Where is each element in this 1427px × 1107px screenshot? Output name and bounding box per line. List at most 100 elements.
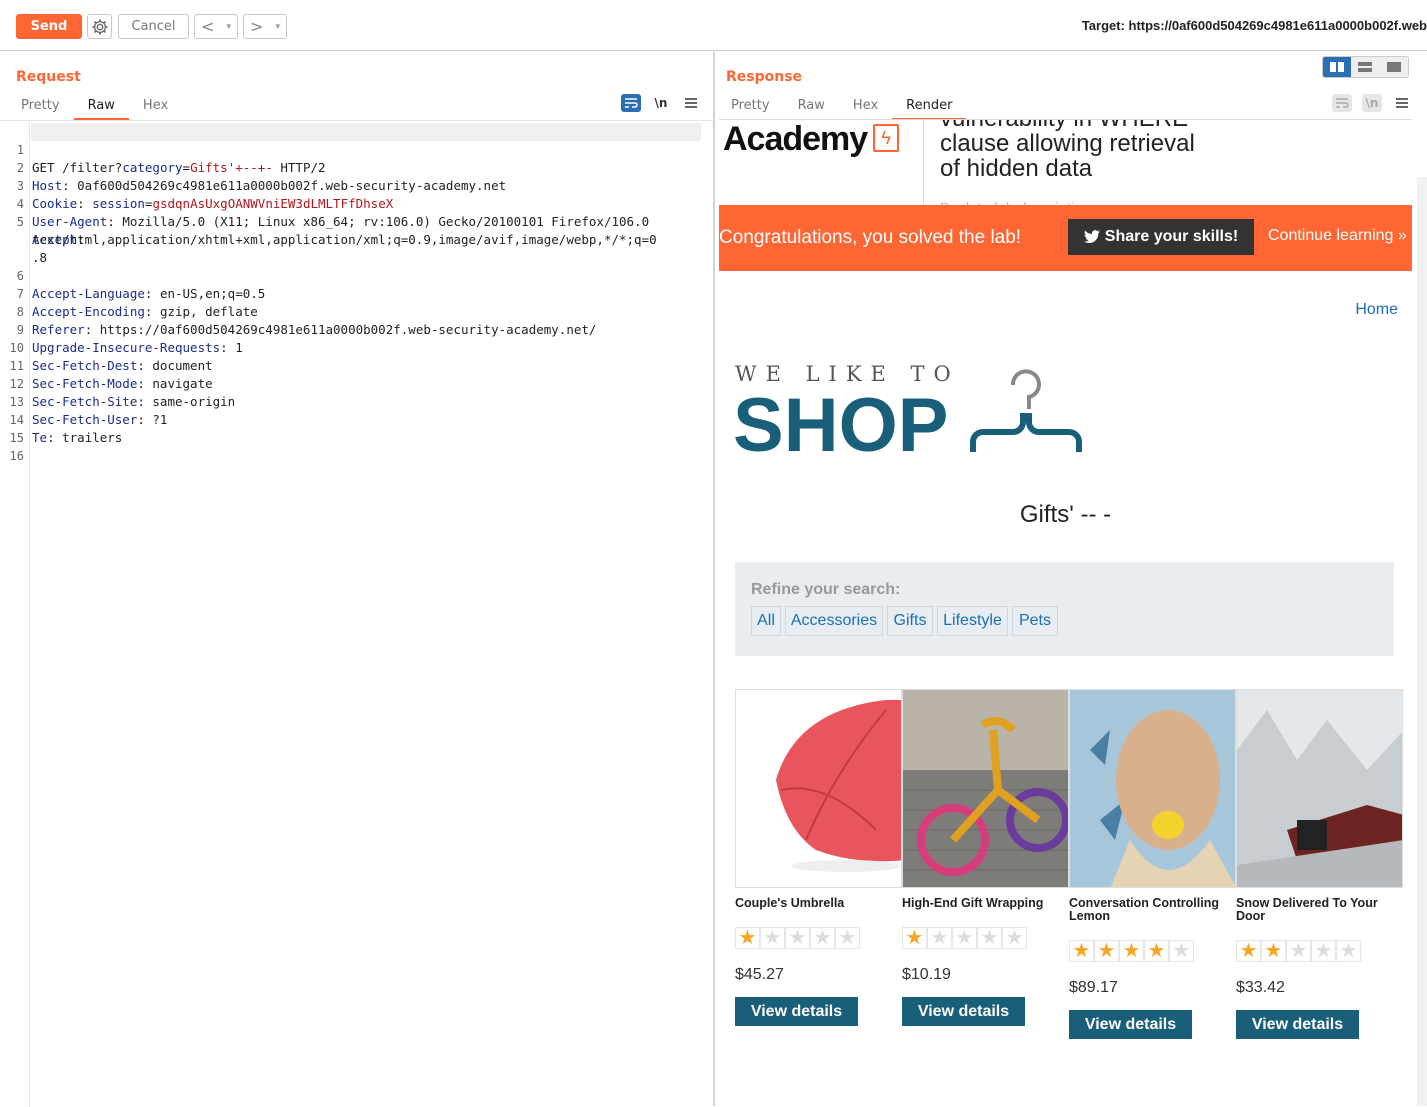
filter-gifts[interactable]: Gifts [887,606,933,636]
star-empty-icon: ★ [1336,940,1361,962]
code-line: 11 Sec-Fetch-Mode: navigate [9,359,213,391]
solved-banner: Congratulations, you solved the lab! Sha… [719,205,1412,271]
columns-icon [1330,62,1345,72]
target-url-label[interactable]: Target: https://0af600d504269c4981e611a0… [1082,18,1427,33]
response-title: Response [726,69,803,85]
layout-single-button[interactable] [1379,57,1408,77]
single-panel-icon [1386,62,1401,72]
star-empty-icon: ★ [760,927,785,949]
man-biting-lemon-image[interactable] [1069,689,1236,888]
star-filled-icon: ★ [902,927,927,949]
wrap-icon [1336,98,1349,108]
star-empty-icon: ★ [927,927,952,949]
layout-side-by-side-button[interactable] [1323,57,1352,77]
rating-stars: ★ ★ ★ ★ ★ [1069,940,1194,962]
product-name: Snow Delivered To Your Door [1236,896,1378,923]
back-history-button[interactable]: < ▾ [194,14,238,39]
code-line: 8 Referer: https://0af600d504269c4981e61… [16,305,597,337]
code-line: 4 User-Agent: Mozilla/5.0 (X11; Linux x8… [16,197,650,229]
snowy-train-image[interactable] [1236,689,1403,888]
product-price: $89.17 [1069,979,1118,996]
tab-raw[interactable]: Raw [784,96,839,118]
view-details-button[interactable]: View details [902,997,1025,1026]
send-button[interactable]: Send [16,14,82,39]
congrats-text: Congratulations, you solved the lab! [719,227,1022,248]
refine-label: Refine your search: [751,581,901,598]
rating-stars: ★ ★ ★ ★ ★ [1236,940,1361,962]
star-empty-icon: ★ [810,927,835,949]
gear-icon [91,18,108,35]
request-panel: Request Pretty Raw Hex \n 1 GET /filter?… [0,52,713,1107]
menu-icon[interactable] [681,94,701,112]
code-line: 13 Sec-Fetch-User: ?1 [9,395,168,427]
star-filled-icon: ★ [1119,940,1144,962]
code-line: 2 Host: 0af600d504269c4981e611a0000b002f… [16,161,507,193]
product-name: Conversation Controlling Lemon [1069,896,1219,923]
home-link[interactable]: Home [1355,301,1398,319]
academy-logo[interactable]: Academy [723,120,868,159]
tab-render[interactable]: Render [892,96,967,120]
newline-toggle[interactable]: \n [651,94,671,112]
dropdown-arrow-icon[interactable]: ▾ [275,22,280,32]
render-scrollbar[interactable] [1417,177,1427,1106]
settings-button[interactable] [87,14,112,39]
star-filled-icon: ★ [1144,940,1169,962]
hanger-icon [970,369,1082,452]
star-filled-icon: ★ [1261,940,1286,962]
academy-lightning-icon: ϟ [873,124,899,152]
code-line: 1 GET /filter?category=Gifts'+--+- HTTP/… [16,143,326,175]
filter-all[interactable]: All [751,606,781,636]
current-line-highlight [31,123,701,141]
tab-pretty[interactable]: Pretty [717,96,784,118]
view-details-button[interactable]: View details [735,997,858,1026]
star-empty-icon: ★ [952,927,977,949]
product-name: Couple's Umbrella [735,896,845,910]
word-wrap-toggle[interactable] [1332,94,1352,112]
code-line: 6 Accept-Language: en-US,en;q=0.5 [16,269,266,301]
tab-hex[interactable]: Hex [839,96,892,118]
tab-pretty[interactable]: Pretty [7,96,74,118]
knitted-bicycle-image[interactable] [902,689,1069,888]
chevron-left-icon: < [201,17,215,36]
tab-raw[interactable]: Raw [73,96,130,120]
tab-hex[interactable]: Hex [129,96,182,118]
code-line: 5 Accept: [16,215,85,247]
star-empty-icon: ★ [1169,940,1194,962]
view-details-button[interactable]: View details [1236,1010,1359,1039]
code-line: 12 Sec-Fetch-Site: same-origin [9,377,236,409]
code-line: 7 Accept-Encoding: gzip, deflate [16,287,258,319]
star-filled-icon: ★ [735,927,760,949]
filter-accessories[interactable]: Accessories [785,606,883,636]
response-tabs: Pretty Raw Hex Render [717,96,967,120]
lab-title: vulnerability in WHERE clause allowing r… [940,120,1195,182]
layout-switcher [1322,56,1409,78]
star-empty-icon: ★ [785,927,810,949]
share-skills-button[interactable]: Share your skills! [1068,219,1254,255]
dropdown-arrow-icon[interactable]: ▾ [226,22,231,32]
response-panel: Response Pretty Raw Hex Render \n Academ… [715,52,1427,1106]
cancel-button[interactable]: Cancel [118,14,189,39]
filter-lifestyle[interactable]: Lifestyle [937,606,1008,636]
menu-icon[interactable] [1392,94,1412,112]
forward-history-button[interactable]: > ▾ [243,14,287,39]
code-line: 14 Te: trailers [9,413,123,445]
product-price: $45.27 [735,966,784,983]
view-details-button[interactable]: View details [1069,1010,1192,1039]
rendered-page[interactable]: Academy ϟ vulnerability in WHERE clause … [719,119,1412,1106]
layout-stacked-button[interactable] [1351,57,1380,77]
code-line: 15 [9,431,24,445]
product-name: High-End Gift Wrapping [902,896,1044,910]
rating-stars: ★ ★ ★ ★ ★ [735,927,860,949]
code-line: 16 [9,449,24,463]
filter-pets[interactable]: Pets [1012,606,1058,636]
continue-learning-link[interactable]: Continue learning » [1268,227,1407,245]
refine-search-box: Refine your search: All Accessories Gift… [735,562,1394,656]
word-wrap-toggle[interactable] [621,94,641,112]
request-editor[interactable]: 1 GET /filter?category=Gifts'+--+- HTTP/… [0,120,713,1107]
twitter-icon [1083,230,1100,244]
newline-toggle[interactable]: \n [1362,94,1382,112]
chevron-right-icon: > [250,17,264,36]
code-line-wrapped: .8 [32,250,48,265]
category-title: Gifts' -- - [1019,501,1112,528]
red-umbrella-image[interactable] [735,689,902,888]
